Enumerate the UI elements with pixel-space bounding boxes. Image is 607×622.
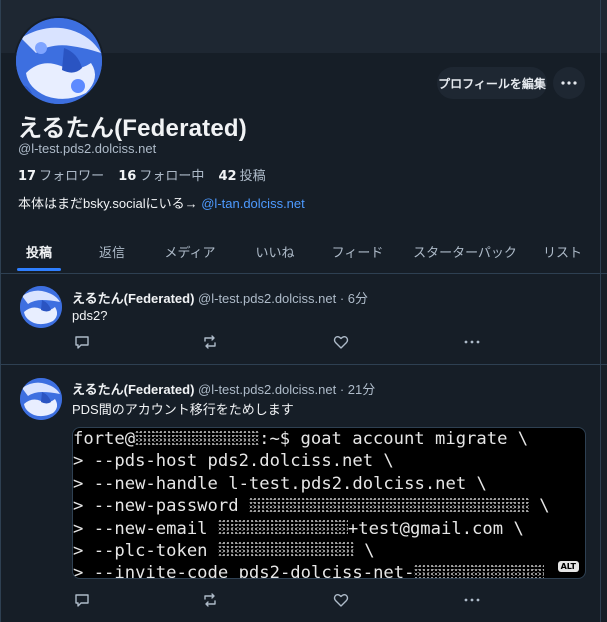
redacted-text [135,429,260,446]
terminal-text: +test@gmail.com \ [347,518,524,539]
redacted-text [248,496,529,513]
post-author[interactable]: えるたん(Federated) [72,382,194,397]
posts-count: 42 [218,169,237,184]
tab-lists[interactable]: リスト [540,230,585,273]
posts-label: 投稿 [239,169,266,184]
alt-badge[interactable]: ALT [557,561,579,572]
profile-avatar[interactable] [14,16,104,106]
terminal-text: \ [353,540,375,561]
post-text: PDS間のアカウント移行をためします [72,402,294,417]
post-handle[interactable]: @l-test.pds2.dolciss.net [198,291,336,306]
repost-button[interactable] [200,332,220,352]
profile-bio: 本体はまだbsky.socialにいる→ @l-tan.dolciss.net [18,193,305,212]
terminal-line: > --pds-host pds2.dolciss.net \ [73,450,585,472]
following-stat[interactable]: 16 フォロー中 [118,169,204,184]
terminal-line: > --new-handle l-test.pds2.dolciss.net \ [73,473,585,495]
followers-stat[interactable]: 17 フォロワー [18,169,104,184]
followers-label: フォロワー [39,169,105,184]
like-icon [333,336,349,349]
post-avatar[interactable] [20,286,62,328]
tab-replies[interactable]: 返信 [90,230,134,273]
like-button[interactable] [331,332,351,352]
followers-count: 17 [18,169,37,184]
tabs-divider [0,273,607,274]
terminal-text: > --new-email [73,518,218,539]
post-header: えるたん(Federated) @l-test.pds2.dolciss.net… [72,379,375,398]
terminal-line: > --new-password \ [73,495,585,517]
terminal-text: > --pds-host pds2.dolciss.net \ [73,451,394,472]
avatar-image [20,286,62,328]
post-divider [0,364,607,365]
like-icon [333,594,349,607]
post-time[interactable]: · 21分 [336,382,375,397]
post-time[interactable]: · 6分 [336,291,368,306]
terminal-line: forte@ :~$ goat account migrate \ [73,428,585,450]
tab-media[interactable]: メディア [160,230,220,273]
terminal-text: forte@ [73,429,136,449]
like-button[interactable] [331,590,351,610]
terminal-line: > --new-email +test@gmail.com \ [73,518,585,540]
more-horizontal-icon [464,340,480,344]
terminal-text: > --plc-token [73,540,218,561]
active-tab-indicator [17,268,61,271]
tab-posts[interactable]: 投稿 [17,230,61,273]
post-author[interactable]: えるたん(Federated) [72,291,194,306]
profile-tabs: 投稿 返信 メディア いいね フィード スターターパック リスト [0,230,607,273]
tab-starter-packs[interactable]: スターターパック [410,230,520,273]
repost-icon [204,335,216,349]
post-image[interactable]: forte@ :~$ goat account migrate \ > --pds… [72,427,586,579]
terminal-text: > --new-handle l-test.pds2.dolciss.net \ [73,473,487,494]
reply-icon [75,336,89,349]
terminal-line: > --plc-token \ [73,540,585,562]
post-actions [72,332,492,352]
post-more-button[interactable] [462,590,482,610]
reply-button[interactable] [72,332,92,352]
edit-profile-button[interactable]: プロフィールを編集 [437,67,547,99]
profile-handle: @l-test.pds2.dolciss.net [18,141,157,156]
post-text: pds2? [72,308,108,323]
bio-link[interactable]: @l-tan.dolciss.net [201,196,305,211]
terminal-text: \ [528,496,550,517]
terminal-line: > --invite-code pds2-dolciss-net- [73,562,585,579]
repost-icon [204,593,216,607]
post-header: えるたん(Federated) @l-test.pds2.dolciss.net… [72,288,368,307]
bio-text: 本体はまだbsky.socialにいる→ [18,196,202,211]
post-avatar[interactable] [20,378,62,420]
more-horizontal-icon [561,81,577,85]
reply-button[interactable] [72,590,92,610]
terminal-text: > --invite-code pds2-dolciss-net- [73,563,415,579]
repost-button[interactable] [200,590,220,610]
terminal-text: :~$ goat account migrate \ [259,429,529,449]
post-handle[interactable]: @l-test.pds2.dolciss.net [198,382,336,397]
tab-likes[interactable]: いいね [250,230,300,273]
avatar-image [16,18,102,104]
column-border-left [0,0,1,622]
following-count: 16 [118,169,137,184]
post-more-button[interactable] [462,332,482,352]
avatar-image [20,378,62,420]
tab-feeds[interactable]: フィード [330,230,385,273]
column-border-right [600,0,601,622]
more-horizontal-icon [464,598,480,602]
redacted-text [217,541,354,558]
profile-more-button[interactable] [553,67,585,99]
terminal-text: > --new-password [73,496,249,517]
posts-stat: 42 投稿 [219,169,266,184]
redacted-text [217,519,348,536]
redacted-text [414,563,545,578]
profile-display-name: えるたん(Federated) [18,115,247,142]
reply-icon [75,594,89,607]
post-actions [72,590,492,610]
profile-stats: 17 フォロワー 16 フォロー中 42 投稿 [18,165,276,184]
following-label: フォロー中 [139,169,205,184]
